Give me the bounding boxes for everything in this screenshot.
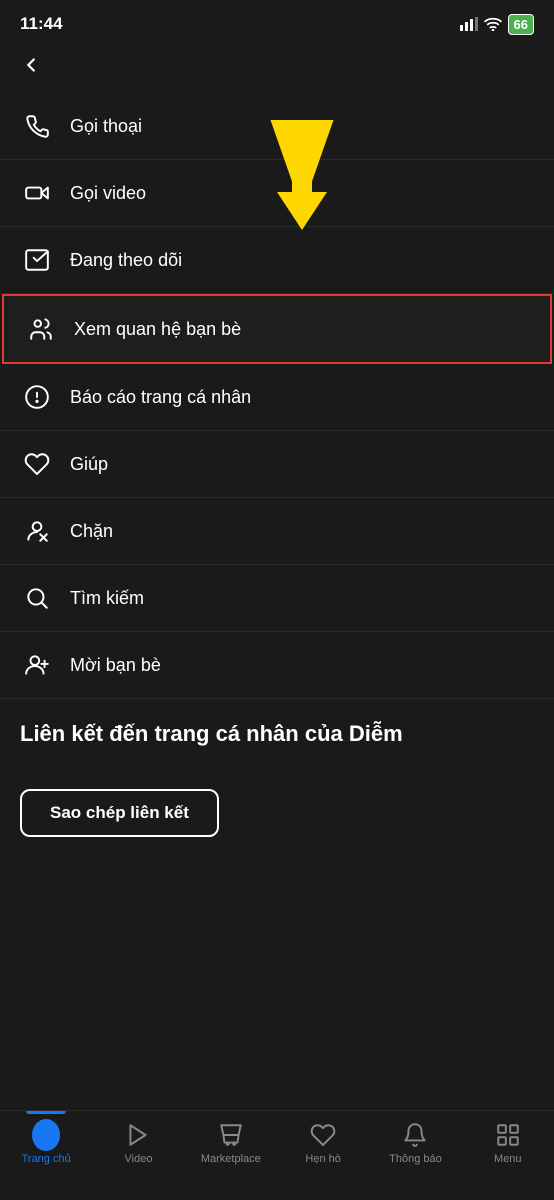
menu-item-moi-ban-be[interactable]: Mời bạn bè <box>0 632 554 699</box>
nav-item-menu[interactable]: Menu <box>478 1121 538 1165</box>
copy-link-button[interactable]: Sao chép liên kết <box>20 789 219 837</box>
nav-label-trang-chu: Trang chủ <box>22 1153 71 1165</box>
addfriend-icon <box>20 648 54 682</box>
friends-icon <box>24 312 58 346</box>
phone-icon <box>20 109 54 143</box>
nav-marketplace-icon <box>217 1121 245 1149</box>
menu-item-dang-theo-doi[interactable]: Đang theo dõi <box>0 227 554 294</box>
nav-home-icon <box>32 1121 60 1149</box>
nav-label-hen-ho: Hẹn hò <box>305 1153 340 1165</box>
copy-link-area: Sao chép liên kết <box>0 757 554 877</box>
nav-item-thong-bao[interactable]: Thông báo <box>385 1121 445 1165</box>
battery-badge: 66 <box>508 14 534 35</box>
status-bar: 11:44 66 <box>0 0 554 44</box>
nav-bell-icon <box>401 1121 429 1149</box>
nav-video-icon <box>124 1121 152 1149</box>
nav-item-marketplace[interactable]: Marketplace <box>201 1121 261 1165</box>
subscribe-icon <box>20 243 54 277</box>
nav-label-menu: Menu <box>494 1153 522 1165</box>
nav-menu-icon <box>494 1121 522 1149</box>
nav-item-video[interactable]: Video <box>108 1121 168 1165</box>
help-icon <box>20 447 54 481</box>
menu-item-goi-video[interactable]: Gọi video <box>0 160 554 227</box>
menu-label-bao-cao: Báo cáo trang cá nhân <box>70 387 251 408</box>
nav-label-marketplace: Marketplace <box>201 1153 261 1165</box>
menu-label-xem-quan-he: Xem quan hệ bạn bè <box>74 319 241 340</box>
menu-label-giup: Giúp <box>70 454 108 475</box>
menu-item-goi-thoai[interactable]: Gọi thoại <box>0 93 554 160</box>
report-icon <box>20 380 54 414</box>
block-icon <box>20 514 54 548</box>
nav-item-trang-chu[interactable]: Trang chủ <box>16 1121 76 1165</box>
back-button[interactable] <box>0 44 554 89</box>
nav-item-hen-ho[interactable]: Hẹn hò <box>293 1121 353 1165</box>
nav-label-video: Video <box>125 1153 153 1165</box>
signal-icon <box>460 17 478 31</box>
menu-label-moi-ban-be: Mời bạn bè <box>70 655 161 676</box>
menu-item-xem-quan-he[interactable]: Xem quan hệ bạn bè <box>2 294 552 364</box>
menu-label-tim-kiem: Tìm kiếm <box>70 588 144 609</box>
status-icons: 66 <box>460 14 534 35</box>
menu-item-tim-kiem[interactable]: Tìm kiếm <box>0 565 554 632</box>
status-time: 11:44 <box>20 14 63 34</box>
menu-label-chan: Chặn <box>70 521 113 542</box>
menu-item-chan[interactable]: Chặn <box>0 498 554 565</box>
menu-label-dang-theo-doi: Đang theo dõi <box>70 250 182 271</box>
nav-dating-icon <box>309 1121 337 1149</box>
wifi-icon <box>484 17 502 31</box>
section-title: Liên kết đến trang cá nhân của Diễm <box>0 699 554 757</box>
menu-item-giup[interactable]: Giúp <box>0 431 554 498</box>
search-icon <box>20 581 54 615</box>
menu-item-bao-cao[interactable]: Báo cáo trang cá nhân <box>0 364 554 431</box>
menu-label-goi-thoai: Gọi thoại <box>70 116 142 137</box>
menu-list: Gọi thoại Gọi video Đang theo dõi Xem qu… <box>0 93 554 699</box>
video-icon <box>20 176 54 210</box>
bottom-nav: Trang chủ Video Marketplace Hẹn hò Thông… <box>0 1110 554 1200</box>
nav-label-thong-bao: Thông báo <box>389 1153 442 1165</box>
menu-label-goi-video: Gọi video <box>70 183 146 204</box>
